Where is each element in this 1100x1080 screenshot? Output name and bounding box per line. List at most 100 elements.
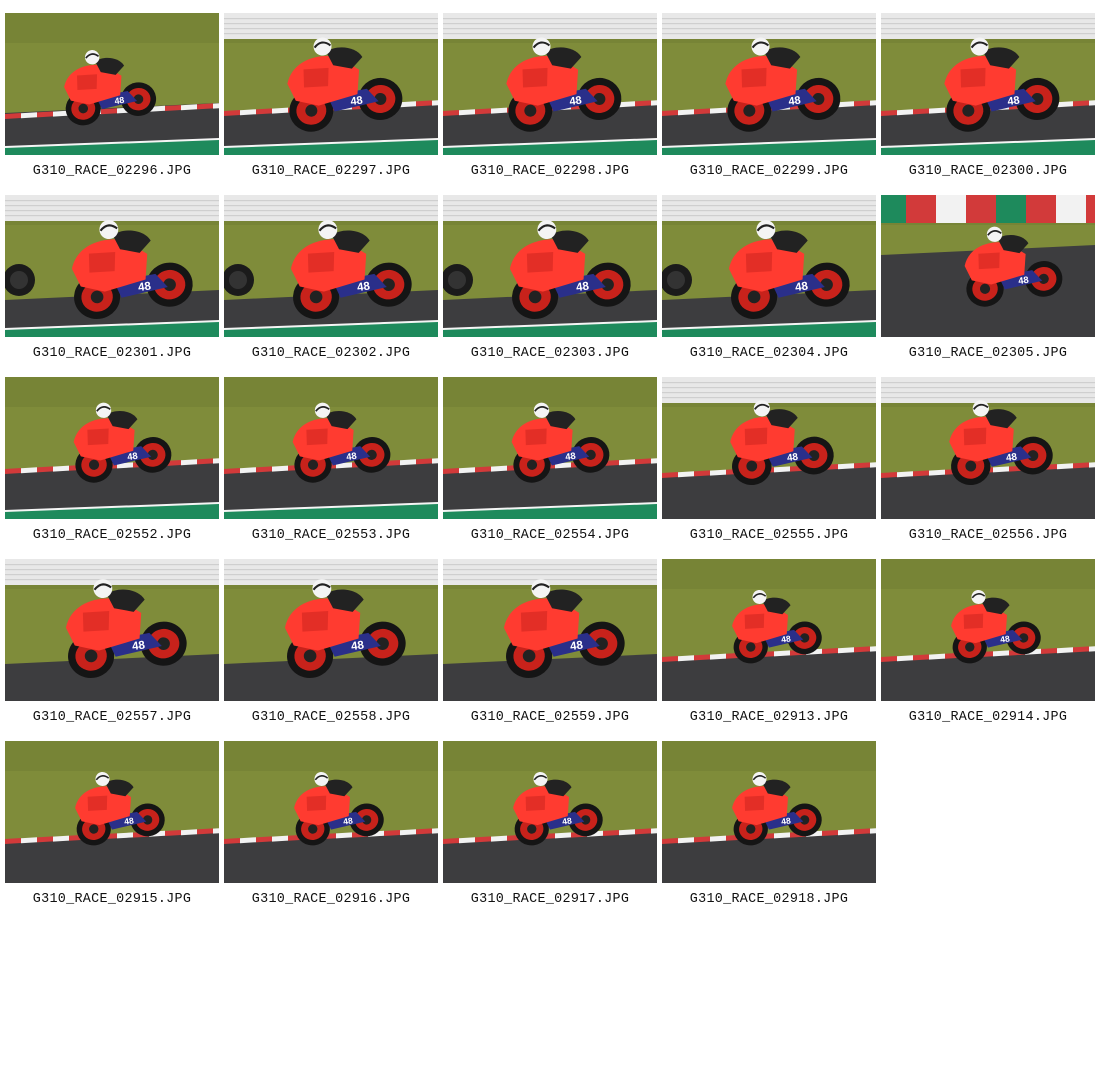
photo-item[interactable]: 48 G310_RACE_02296.JPG <box>5 13 219 195</box>
photo-item[interactable]: 48 G310_RACE_02554.JPG <box>443 377 657 559</box>
photo-filename[interactable]: G310_RACE_02558.JPG <box>224 710 438 725</box>
race-number: 48 <box>562 815 573 826</box>
photo-image: 48 <box>5 741 219 883</box>
race-number: 48 <box>137 280 152 294</box>
photo-item[interactable]: 48 G310_RACE_02552.JPG <box>5 377 219 559</box>
race-number: 48 <box>569 639 584 653</box>
photo-item[interactable]: 48 G310_RACE_02915.JPG <box>5 741 219 923</box>
race-number: 48 <box>794 280 809 294</box>
photo-filename[interactable]: G310_RACE_02299.JPG <box>662 164 876 179</box>
photo-item[interactable]: 48 G310_RACE_02302.JPG <box>224 195 438 377</box>
photo-image: 48 <box>662 559 876 701</box>
photo-image: 48 <box>5 13 219 155</box>
photo-image: 48 <box>881 377 1095 519</box>
photo-filename[interactable]: G310_RACE_02300.JPG <box>881 164 1095 179</box>
barrier <box>662 377 876 403</box>
photo-filename[interactable]: G310_RACE_02557.JPG <box>5 710 219 725</box>
photo-item[interactable]: 48 G310_RACE_02559.JPG <box>443 559 657 741</box>
race-number: 48 <box>346 451 358 462</box>
photo-filename[interactable]: G310_RACE_02298.JPG <box>443 164 657 179</box>
photo-filename[interactable]: G310_RACE_02296.JPG <box>5 164 219 179</box>
photo-item[interactable]: 48 G310_RACE_02917.JPG <box>443 741 657 923</box>
photo-filename[interactable]: G310_RACE_02304.JPG <box>662 346 876 361</box>
photo-thumbnail-icon[interactable]: 48 <box>224 741 438 883</box>
photo-thumbnail-icon[interactable]: 48 <box>443 13 657 155</box>
photo-filename[interactable]: G310_RACE_02305.JPG <box>881 346 1095 361</box>
photo-filename[interactable]: G310_RACE_02303.JPG <box>443 346 657 361</box>
photo-item[interactable]: 48 G310_RACE_02305.JPG <box>881 195 1095 377</box>
photo-filename[interactable]: G310_RACE_02552.JPG <box>5 528 219 543</box>
photo-thumbnail-icon[interactable]: 48 <box>662 741 876 883</box>
photo-item[interactable]: 48 G310_RACE_02299.JPG <box>662 13 876 195</box>
photo-item[interactable]: 48 G310_RACE_02304.JPG <box>662 195 876 377</box>
photo-filename[interactable]: G310_RACE_02297.JPG <box>224 164 438 179</box>
photo-thumbnail-icon[interactable]: 48 <box>5 559 219 701</box>
photo-item[interactable]: 48 G310_RACE_02916.JPG <box>224 741 438 923</box>
photo-thumbnail-icon[interactable]: 48 <box>5 195 219 337</box>
photo-thumbnail-icon[interactable]: 48 <box>443 559 657 701</box>
photo-filename[interactable]: G310_RACE_02915.JPG <box>5 892 219 907</box>
photo-image: 48 <box>881 559 1095 701</box>
photo-thumbnail-icon[interactable]: 48 <box>5 741 219 883</box>
photo-image: 48 <box>662 741 876 883</box>
photo-image: 48 <box>443 377 657 519</box>
photo-filename[interactable]: G310_RACE_02918.JPG <box>662 892 876 907</box>
photo-item[interactable]: 48 G310_RACE_02914.JPG <box>881 559 1095 741</box>
photo-thumbnail-icon[interactable]: 48 <box>443 377 657 519</box>
race-number: 48 <box>127 451 139 462</box>
photo-thumbnail-icon[interactable]: 48 <box>881 13 1095 155</box>
race-number: 48 <box>781 633 792 644</box>
barrier <box>662 13 876 39</box>
photo-thumbnail-icon[interactable]: 48 <box>224 559 438 701</box>
photo-thumbnail-icon[interactable]: 48 <box>443 741 657 883</box>
photo-filename[interactable]: G310_RACE_02916.JPG <box>224 892 438 907</box>
barrier <box>5 195 219 221</box>
photo-item[interactable]: 48 G310_RACE_02555.JPG <box>662 377 876 559</box>
photo-item[interactable]: 48 G310_RACE_02298.JPG <box>443 13 657 195</box>
photo-thumbnail-icon[interactable]: 48 <box>224 377 438 519</box>
photo-thumbnail-icon[interactable]: 48 <box>224 13 438 155</box>
photo-filename[interactable]: G310_RACE_02913.JPG <box>662 710 876 725</box>
photo-image: 48 <box>443 195 657 337</box>
race-number: 48 <box>781 815 792 826</box>
photo-item[interactable]: 48 G310_RACE_02303.JPG <box>443 195 657 377</box>
photo-thumbnail-icon[interactable]: 48 <box>662 559 876 701</box>
photo-item[interactable]: 48 G310_RACE_02297.JPG <box>224 13 438 195</box>
race-number: 48 <box>131 639 146 653</box>
photo-item[interactable]: 48 G310_RACE_02918.JPG <box>662 741 876 923</box>
photo-item[interactable]: 48 G310_RACE_02300.JPG <box>881 13 1095 195</box>
race-number: 48 <box>124 815 135 826</box>
photo-item[interactable]: 48 G310_RACE_02558.JPG <box>224 559 438 741</box>
photo-item[interactable]: 48 G310_RACE_02556.JPG <box>881 377 1095 559</box>
photo-item[interactable]: 48 G310_RACE_02913.JPG <box>662 559 876 741</box>
photo-thumbnail-icon[interactable]: 48 <box>881 377 1095 519</box>
photo-filename[interactable]: G310_RACE_02553.JPG <box>224 528 438 543</box>
photo-item[interactable]: 48 G310_RACE_02301.JPG <box>5 195 219 377</box>
race-number: 48 <box>114 95 125 106</box>
photo-thumbnail-icon[interactable]: 48 <box>662 195 876 337</box>
barrier <box>443 559 657 585</box>
photo-thumbnail-icon[interactable]: 48 <box>5 13 219 155</box>
photo-filename[interactable]: G310_RACE_02301.JPG <box>5 346 219 361</box>
photo-thumbnail-icon[interactable]: 48 <box>662 13 876 155</box>
photo-filename[interactable]: G310_RACE_02302.JPG <box>224 346 438 361</box>
photo-filename[interactable]: G310_RACE_02917.JPG <box>443 892 657 907</box>
photo-thumbnail-icon[interactable]: 48 <box>662 377 876 519</box>
barrier <box>5 559 219 585</box>
photo-thumbnail-icon[interactable]: 48 <box>881 559 1095 701</box>
photo-filename[interactable]: G310_RACE_02559.JPG <box>443 710 657 725</box>
photo-item[interactable]: 48 G310_RACE_02553.JPG <box>224 377 438 559</box>
photo-image: 48 <box>443 741 657 883</box>
photo-filename[interactable]: G310_RACE_02914.JPG <box>881 710 1095 725</box>
photo-thumbnail-icon[interactable]: 48 <box>5 377 219 519</box>
photo-thumbnail-icon[interactable]: 48 <box>443 195 657 337</box>
photo-image: 48 <box>881 195 1095 337</box>
barrier <box>662 195 876 221</box>
photo-thumbnail-icon[interactable]: 48 <box>224 195 438 337</box>
photo-filename[interactable]: G310_RACE_02556.JPG <box>881 528 1095 543</box>
photo-filename[interactable]: G310_RACE_02554.JPG <box>443 528 657 543</box>
photo-thumbnail-icon[interactable]: 48 <box>881 195 1095 337</box>
photo-image: 48 <box>881 13 1095 155</box>
photo-filename[interactable]: G310_RACE_02555.JPG <box>662 528 876 543</box>
photo-item[interactable]: 48 G310_RACE_02557.JPG <box>5 559 219 741</box>
